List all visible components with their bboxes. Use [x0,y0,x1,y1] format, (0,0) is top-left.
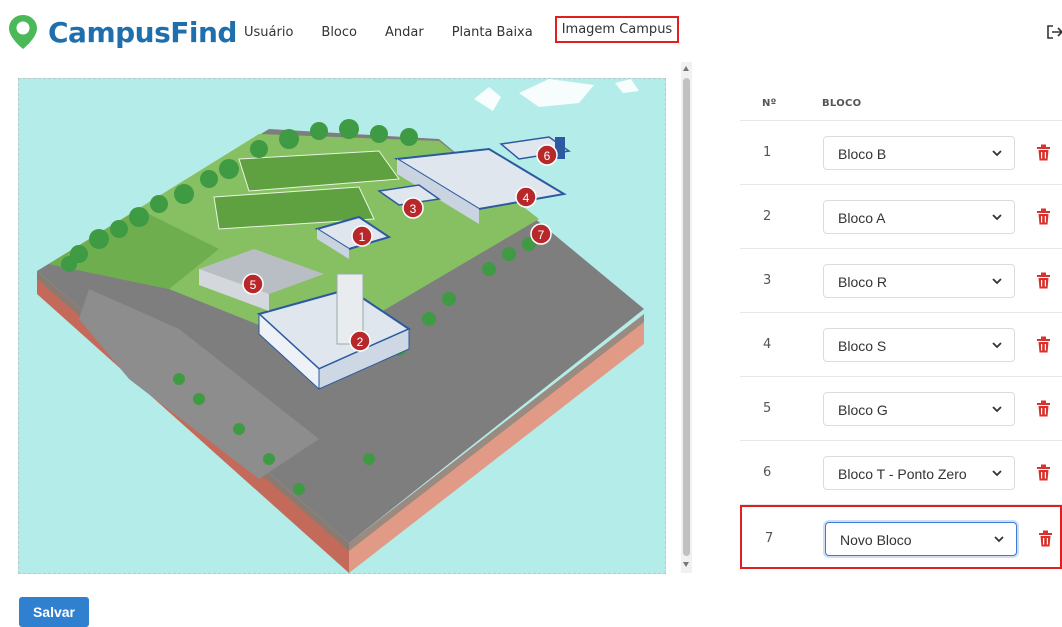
table-row: 2 Bloco A [740,185,1062,249]
table-row: 7 Novo Bloco [740,505,1062,569]
chevron-down-icon [992,342,1002,349]
block-select[interactable]: Bloco T - Ponto Zero [823,456,1015,490]
block-select-value: Novo Bloco [840,532,912,548]
chevron-down-icon [992,214,1002,221]
app-logo[interactable]: CampusFind [8,14,237,50]
table-row: 3 Bloco R [740,249,1062,313]
block-select[interactable]: Bloco S [823,328,1015,362]
map-marker: 3 [402,197,424,219]
trash-icon[interactable] [1036,144,1051,161]
block-select[interactable]: Bloco B [823,136,1015,170]
main-nav: Usuário Bloco Andar Planta Baixa Imagem … [244,16,707,43]
campus-illustration: 1 2 3 4 5 6 7 [37,79,644,573]
chevron-down-icon [992,150,1002,157]
map-marker: 6 [536,144,558,166]
trash-icon[interactable] [1036,400,1051,417]
trash-icon[interactable] [1036,336,1051,353]
svg-text:2: 2 [357,335,364,349]
map-marker: 5 [242,273,264,295]
scroll-down-arrow-icon[interactable] [683,562,689,567]
svg-text:5: 5 [250,278,257,292]
nav-item-andar[interactable]: Andar [385,25,424,40]
table-row: 4 Bloco S [740,313,1062,377]
row-number: 5 [763,401,772,416]
svg-text:4: 4 [523,191,530,205]
block-select[interactable]: Bloco A [823,200,1015,234]
logout-icon[interactable] [1046,24,1062,40]
nav-item-bloco[interactable]: Bloco [321,25,357,40]
map-marker: 1 [351,225,373,247]
chevron-down-icon [992,278,1002,285]
block-select-value: Bloco R [838,274,888,290]
location-pin-icon [9,15,37,49]
trash-icon[interactable] [1038,530,1053,547]
chevron-down-icon [992,406,1002,413]
map-marker: 2 [349,330,371,352]
block-select[interactable]: Novo Bloco [825,522,1017,556]
row-number: 3 [763,273,772,288]
map-scrollbar[interactable] [681,62,692,573]
svg-text:6: 6 [544,149,551,163]
chevron-down-icon [994,536,1004,543]
table-row: 6 Bloco T - Ponto Zero [740,441,1062,505]
building-6 [499,136,571,160]
row-number: 7 [765,531,774,546]
map-marker: 7 [530,223,552,245]
table-header: Nº BLOCO [740,86,1062,121]
nav-item-imagem-campus[interactable]: Imagem Campus [554,16,680,43]
trash-icon[interactable] [1036,464,1051,481]
trash-icon[interactable] [1036,272,1051,289]
row-number: 1 [763,145,772,160]
block-select-value: Bloco A [838,210,886,226]
app-name: CampusFind [48,15,237,49]
block-select-value: Bloco G [838,402,888,418]
save-button[interactable]: Salvar [19,597,89,627]
scrollbar-thumb[interactable] [683,78,690,556]
table-row: 1 Bloco B [740,121,1062,185]
row-number: 6 [763,465,772,480]
block-select-value: Bloco S [838,338,887,354]
row-number: 2 [763,209,772,224]
block-select[interactable]: Bloco G [823,392,1015,426]
chevron-down-icon [992,470,1002,477]
block-table: Nº BLOCO 1 Bloco B 2 Bloco A 3 Bloco R 4 Bloco … [740,86,1062,569]
block-select-value: Bloco T - Ponto Zero [838,466,967,482]
nav-item-usuario[interactable]: Usuário [244,25,293,40]
campus-map-image: 1 2 3 4 5 6 7 [18,78,666,574]
block-select-value: Bloco B [838,146,887,162]
svg-text:7: 7 [538,228,545,242]
cloud-shapes [474,79,639,111]
table-row: 5 Bloco G [740,377,1062,441]
svg-text:3: 3 [410,202,417,216]
row-number: 4 [763,337,772,352]
scroll-up-arrow-icon[interactable] [683,66,689,71]
column-header-number: Nº [762,98,777,109]
block-select[interactable]: Bloco R [823,264,1015,298]
map-marker: 4 [515,186,537,208]
nav-item-planta-baixa[interactable]: Planta Baixa [452,25,533,40]
svg-text:1: 1 [359,230,366,244]
trash-icon[interactable] [1036,208,1051,225]
column-header-block: BLOCO [822,98,862,109]
